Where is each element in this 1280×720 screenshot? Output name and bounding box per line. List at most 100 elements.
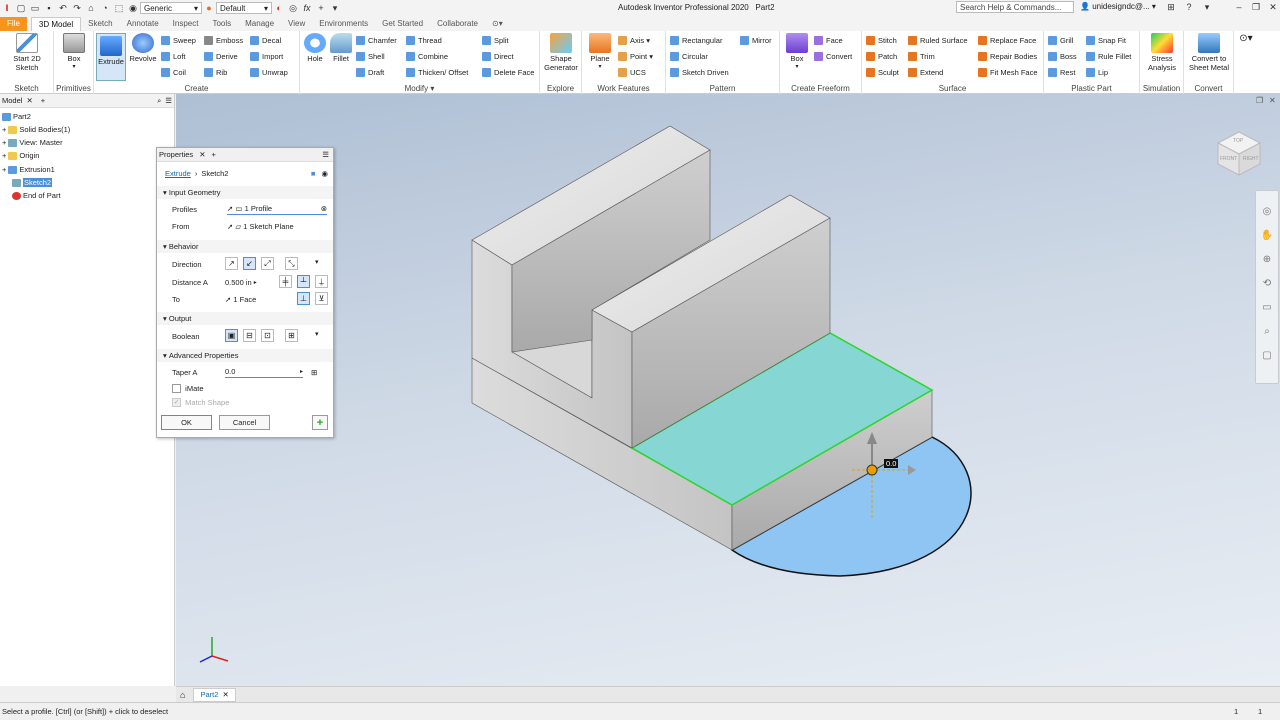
- taper-input[interactable]: 0.0 ▸: [225, 366, 303, 378]
- tree-node-part[interactable]: Part2: [2, 112, 31, 121]
- tab-environments[interactable]: Environments: [312, 17, 375, 31]
- material-combo[interactable]: Generic ▾: [140, 2, 202, 14]
- distance-between-icon[interactable]: ⍊: [315, 275, 328, 288]
- apply-new-button[interactable]: +: [312, 415, 328, 430]
- adjust-icon[interactable]: ◐: [274, 3, 284, 13]
- redo-icon[interactable]: ↷: [72, 3, 82, 13]
- tree-node-sketch2[interactable]: Sketch2: [12, 178, 53, 187]
- ribbon-options-icon[interactable]: ⊙▾: [1238, 34, 1254, 44]
- revolve-button[interactable]: Revolve: [128, 33, 158, 63]
- coil-button[interactable]: Coil: [161, 68, 186, 77]
- boolean-cut-icon[interactable]: ⊟: [243, 329, 256, 342]
- loft-button[interactable]: Loft: [161, 52, 186, 61]
- tree-node-extrusion1[interactable]: + Extrusion1: [2, 165, 55, 174]
- tree-node-view[interactable]: + View: Master: [2, 138, 63, 147]
- extrude-button[interactable]: Extrude: [96, 33, 126, 81]
- boolean-new-solid-icon[interactable]: ⊞: [285, 329, 298, 342]
- undo-icon[interactable]: ↶: [58, 3, 68, 13]
- direct-button[interactable]: Direct: [482, 52, 514, 61]
- pan-icon[interactable]: ✋: [1257, 225, 1277, 245]
- properties-tab[interactable]: Properties: [159, 150, 193, 159]
- close-icon[interactable]: ✕: [223, 690, 229, 699]
- circular-pattern-button[interactable]: Circular: [670, 52, 708, 61]
- minimize-icon[interactable]: –: [1234, 2, 1244, 12]
- emboss-button[interactable]: Emboss: [204, 36, 243, 45]
- tree-node-end-of-part[interactable]: End of Part: [12, 191, 61, 200]
- graphics-window[interactable]: 0.0 TOP FRONT RIGHT ❐ ✕: [176, 94, 1280, 686]
- material-icon[interactable]: ◉: [128, 3, 138, 13]
- viewport-restore-icon[interactable]: ❐: [1256, 96, 1263, 105]
- thicken-button[interactable]: Thicken/ Offset: [406, 68, 468, 77]
- stress-analysis-button[interactable]: Stress Analysis: [1142, 33, 1182, 72]
- cancel-button[interactable]: Cancel: [219, 415, 270, 430]
- rectangular-pattern-button[interactable]: Rectangular: [670, 36, 722, 45]
- chamfer-button[interactable]: Chamfer: [356, 36, 397, 45]
- doc-tab-part2[interactable]: Part2 ✕: [193, 687, 236, 702]
- distance-to-icon[interactable]: ╪: [279, 275, 292, 288]
- ok-button[interactable]: OK: [161, 415, 212, 430]
- clear-icon[interactable]: ◎: [288, 3, 298, 13]
- chevron-down-icon[interactable]: ▾: [1202, 2, 1212, 12]
- ucs-button[interactable]: UCS: [618, 68, 646, 77]
- replace-face-button[interactable]: Replace Face: [978, 36, 1036, 45]
- manipulator-handle[interactable]: [866, 464, 878, 476]
- viewcube[interactable]: TOP FRONT RIGHT: [1214, 128, 1264, 178]
- convert-button[interactable]: Convert: [814, 52, 852, 61]
- to-selector[interactable]: ➚ 1 Face: [225, 293, 285, 305]
- tab-file[interactable]: File: [0, 17, 27, 31]
- view-face-icon[interactable]: ▢: [1257, 345, 1277, 365]
- eye-icon[interactable]: ◉: [321, 169, 328, 178]
- tree-node-origin[interactable]: + Origin: [2, 151, 39, 160]
- distance-input[interactable]: 0.500 in ▸: [225, 276, 271, 288]
- rib-button[interactable]: Rib: [204, 68, 227, 77]
- tree-node-solid-bodies[interactable]: + Solid Bodies(1): [2, 125, 70, 134]
- boss-button[interactable]: Boss: [1048, 52, 1077, 61]
- decal-button[interactable]: Decal: [250, 36, 281, 45]
- add-icon[interactable]: +: [211, 150, 215, 159]
- new-icon[interactable]: ▢: [16, 3, 26, 13]
- save-icon[interactable]: ▪: [44, 3, 54, 13]
- chevron-down-icon[interactable]: ▾: [315, 330, 319, 338]
- section-behavior[interactable]: ▾ Behavior: [157, 240, 333, 253]
- restore-icon[interactable]: ❐: [1251, 2, 1261, 12]
- hole-button[interactable]: Hole: [302, 33, 328, 63]
- zoom-window-icon[interactable]: ⌕: [1257, 321, 1277, 341]
- search-icon[interactable]: ⌕: [157, 96, 161, 106]
- axis-button[interactable]: Axis ▾: [618, 36, 650, 45]
- stitch-button[interactable]: Stitch: [866, 36, 897, 45]
- search-input[interactable]: Search Help & Commands...: [956, 1, 1074, 13]
- unwrap-button[interactable]: Unwrap: [250, 68, 288, 77]
- look-at-icon[interactable]: ▭: [1257, 297, 1277, 317]
- extend-button[interactable]: Extend: [908, 68, 943, 77]
- freeform-box-button[interactable]: Box ▾: [782, 33, 812, 72]
- direction-flipped-toggle[interactable]: ↙: [243, 257, 256, 270]
- expand-icon[interactable]: +: [2, 125, 6, 134]
- steering-wheel-icon[interactable]: ◎: [1257, 201, 1277, 221]
- delete-face-button[interactable]: Delete Face: [482, 68, 534, 77]
- tab-3d-model[interactable]: 3D Model: [30, 17, 82, 31]
- app-logo-icon[interactable]: I: [2, 3, 12, 13]
- shell-button[interactable]: Shell: [356, 52, 385, 61]
- from-selector[interactable]: ➚ ▱ 1 Sketch Plane: [227, 220, 327, 232]
- start-sketch-button[interactable]: Start 2D Sketch: [4, 33, 50, 72]
- fit-mesh-face-button[interactable]: Fit Mesh Face: [978, 68, 1038, 77]
- direction-asymmetric-toggle[interactable]: ⤡: [285, 257, 298, 270]
- sketch-driven-pattern-button[interactable]: Sketch Driven: [670, 68, 729, 77]
- boolean-join-icon[interactable]: ▣: [225, 329, 238, 342]
- ruled-surface-button[interactable]: Ruled Surface: [908, 36, 968, 45]
- imate-checkbox[interactable]: [172, 383, 181, 393]
- menu-icon[interactable]: ☰: [322, 150, 329, 159]
- thread-button[interactable]: Thread: [406, 36, 442, 45]
- derive-button[interactable]: Derive: [204, 52, 238, 61]
- section-input-geometry[interactable]: ▾ Input Geometry: [157, 186, 333, 199]
- close-icon[interactable]: ✕: [1268, 2, 1278, 12]
- orbit-icon[interactable]: ⟲: [1257, 273, 1277, 293]
- sweep-button[interactable]: Sweep: [161, 36, 196, 45]
- clear-selection-icon[interactable]: ⊗: [321, 204, 327, 213]
- distance-value-box[interactable]: 0.0: [884, 459, 899, 468]
- boolean-intersect-icon[interactable]: ⊡: [261, 329, 274, 342]
- modify-panel-label[interactable]: Modify ▾: [300, 84, 539, 93]
- rule-fillet-button[interactable]: Rule Fillet: [1086, 52, 1131, 61]
- tab-view[interactable]: View: [281, 17, 312, 31]
- match-shape-checkbox[interactable]: ✓: [172, 397, 181, 407]
